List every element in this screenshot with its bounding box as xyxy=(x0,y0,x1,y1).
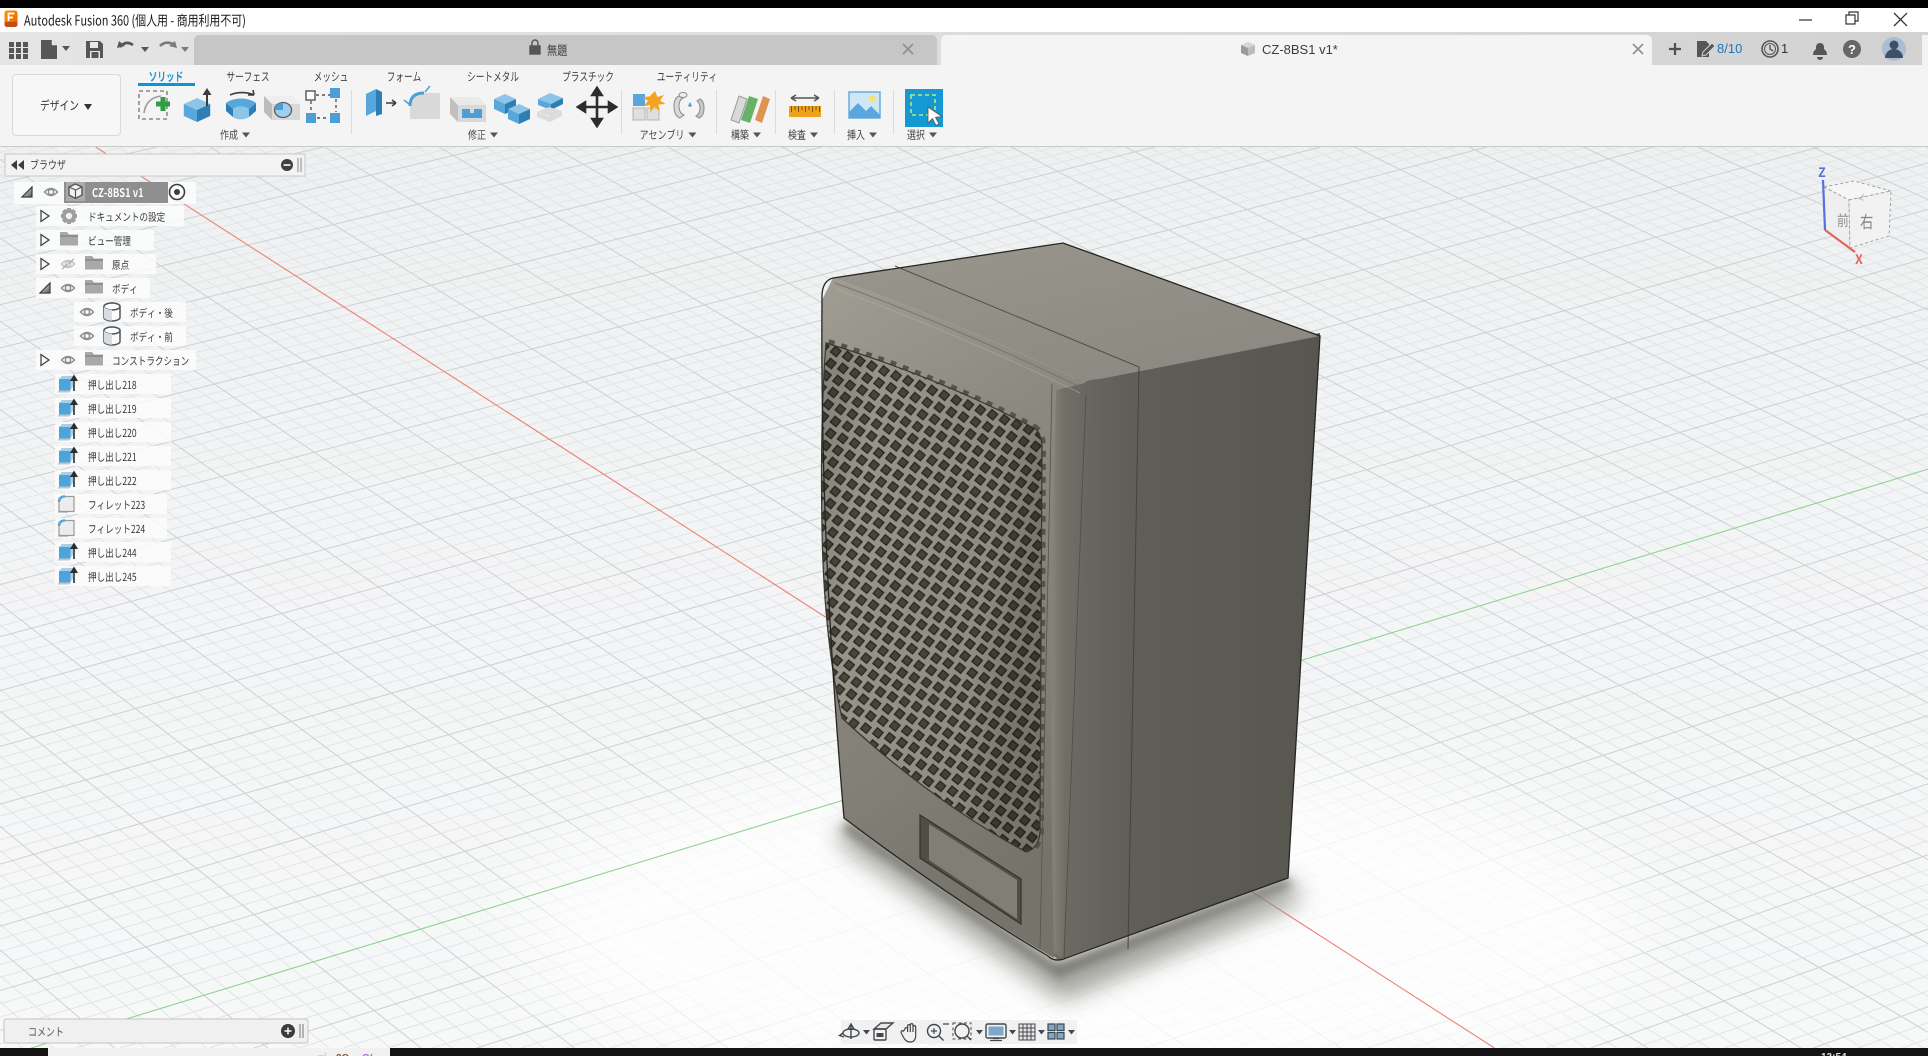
svg-text:13:54: 13:54 xyxy=(1821,1052,1847,1056)
svg-text:?: ? xyxy=(1848,42,1856,57)
